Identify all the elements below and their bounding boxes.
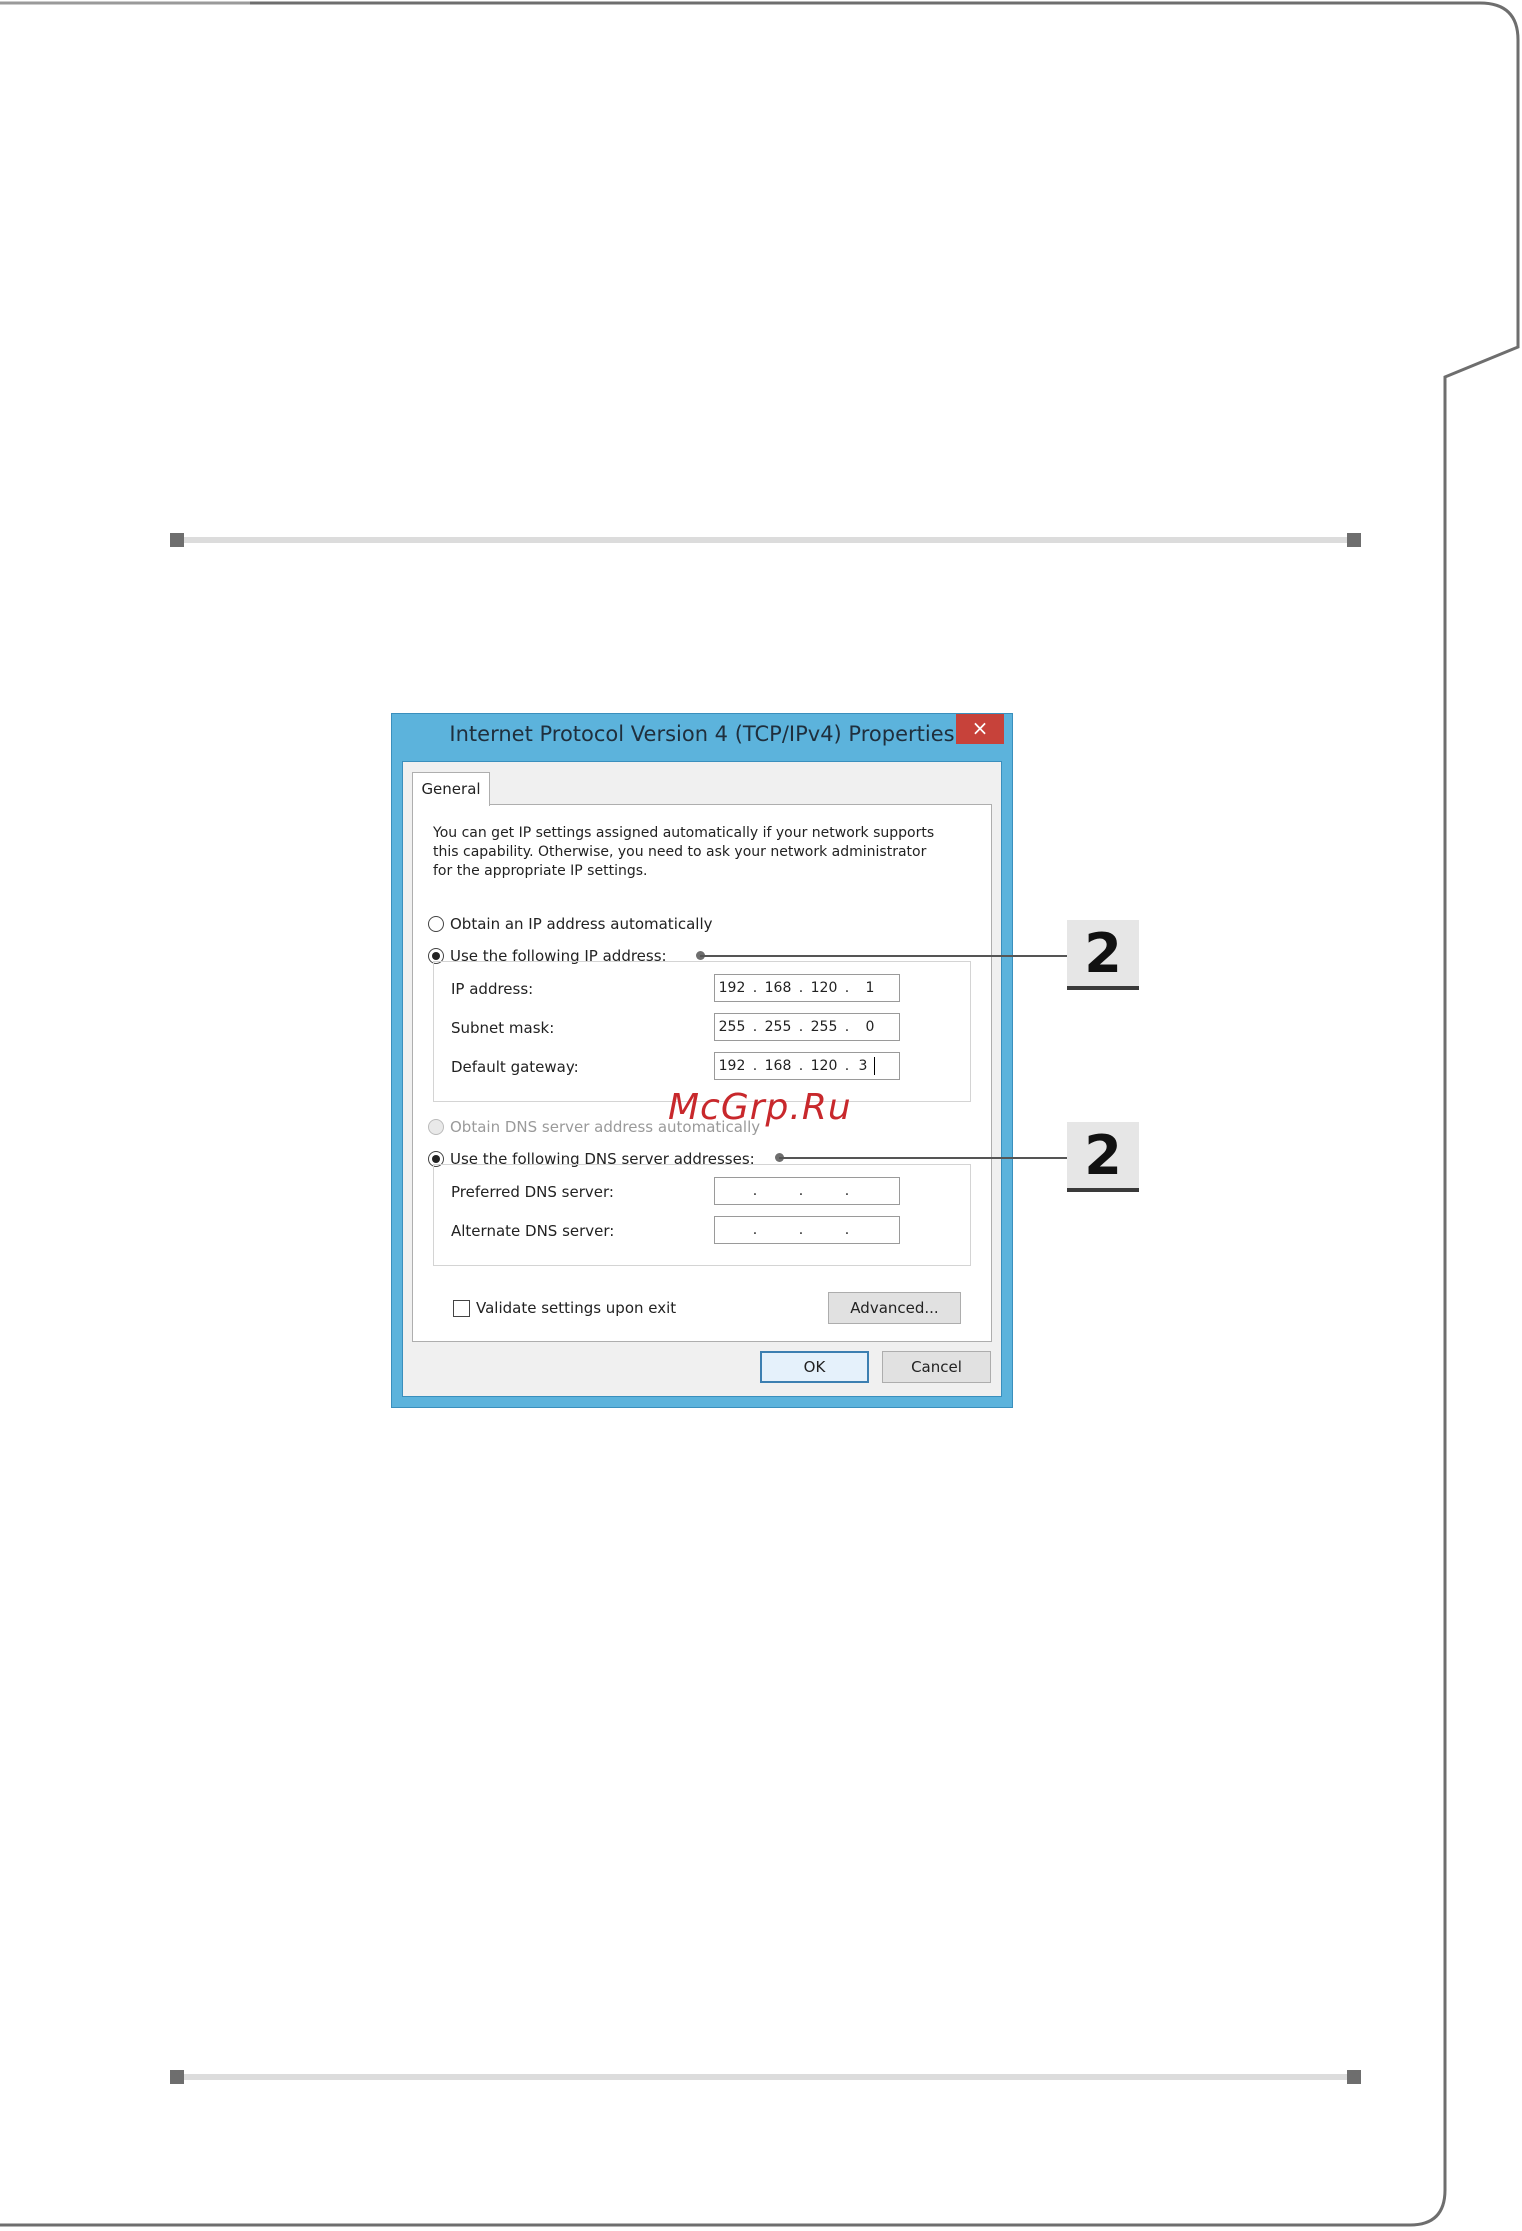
- radio-disabled-icon: [428, 1119, 444, 1135]
- top-rule-left-marker: [170, 533, 184, 547]
- callout-badge-dns: 2: [1067, 1122, 1139, 1192]
- octet: 1: [865, 980, 875, 996]
- octet: 255: [810, 1019, 838, 1035]
- octet: 168: [764, 1058, 792, 1074]
- octet-separator: .: [798, 1183, 804, 1199]
- octet: 0: [865, 1019, 875, 1035]
- octet: 120: [810, 1058, 838, 1074]
- octet-separator: .: [752, 1019, 758, 1035]
- tab-general[interactable]: General: [412, 772, 490, 806]
- title-bar[interactable]: Internet Protocol Version 4 (TCP/IPv4) P…: [392, 714, 1012, 761]
- subnet-mask-field[interactable]: 255. 255. 255. 0: [714, 1013, 900, 1041]
- octet-separator: .: [752, 1183, 758, 1199]
- octet: 192: [718, 980, 746, 996]
- ok-button[interactable]: OK: [760, 1351, 869, 1383]
- octet-separator: .: [798, 1019, 804, 1035]
- octet: 255: [764, 1019, 792, 1035]
- callout-badge-ip: 2: [1067, 920, 1139, 990]
- octet-separator: .: [752, 1222, 758, 1238]
- octet-separator: .: [752, 980, 758, 996]
- dialog-client-area: General You can get IP settings assigned…: [402, 761, 1002, 1397]
- ip-address-field[interactable]: 192. 168. 120. 1: [714, 974, 900, 1002]
- preferred-dns-field[interactable]: ...: [714, 1177, 900, 1205]
- octet-separator: .: [844, 1058, 850, 1074]
- validate-settings-label: Validate settings upon exit: [476, 1299, 677, 1317]
- alternate-dns-label: Alternate DNS server:: [451, 1222, 615, 1240]
- default-gateway-field[interactable]: 192. 168. 120. 3: [714, 1052, 900, 1080]
- bottom-rule-right-marker: [1347, 2070, 1361, 2084]
- advanced-button[interactable]: Advanced...: [828, 1292, 961, 1324]
- octet: 168: [764, 980, 792, 996]
- bottom-rule-left-marker: [170, 2070, 184, 2084]
- cancel-button[interactable]: Cancel: [882, 1351, 991, 1383]
- alternate-dns-field[interactable]: ...: [714, 1216, 900, 1244]
- top-rule: [177, 537, 1354, 543]
- preferred-dns-label: Preferred DNS server:: [451, 1183, 614, 1201]
- callout-leader-line: [700, 955, 1068, 957]
- octet-separator: .: [844, 1183, 850, 1199]
- octet: 192: [718, 1058, 746, 1074]
- octet-separator: .: [752, 1058, 758, 1074]
- watermark: McGrp.Ru: [668, 1087, 852, 1128]
- tcpip-properties-dialog: Internet Protocol Version 4 (TCP/IPv4) P…: [391, 713, 1013, 1408]
- description-line: You can get IP settings assigned automat…: [433, 825, 935, 841]
- subnet-mask-label: Subnet mask:: [451, 1019, 555, 1037]
- description-line: this capability. Otherwise, you need to …: [433, 844, 927, 860]
- dns-settings-group: Preferred DNS server: ... Alternate DNS …: [433, 1164, 971, 1266]
- radio-unchecked-icon: [428, 916, 444, 932]
- description-line: for the appropriate IP settings.: [433, 863, 648, 879]
- top-rule-right-marker: [1347, 533, 1361, 547]
- checkbox-unchecked-icon: [453, 1299, 470, 1317]
- octet-separator: .: [798, 980, 804, 996]
- general-tab-panel: You can get IP settings assigned automat…: [412, 804, 992, 1342]
- octet: 120: [810, 980, 838, 996]
- octet: 3: [858, 1058, 868, 1074]
- close-button[interactable]: ×: [956, 714, 1004, 744]
- bottom-rule: [177, 2074, 1354, 2080]
- octet-separator: .: [844, 1019, 850, 1035]
- ip-auto-radio[interactable]: Obtain an IP address automatically: [428, 915, 713, 933]
- callout-leader-line: [779, 1157, 1068, 1159]
- description-text: You can get IP settings assigned automat…: [433, 824, 973, 881]
- octet-separator: .: [844, 980, 850, 996]
- octet-separator: .: [798, 1058, 804, 1074]
- octet-separator: .: [798, 1222, 804, 1238]
- ip-settings-group: IP address: 192. 168. 120. 1 Subnet mask: 2…: [433, 961, 971, 1102]
- default-gateway-label: Default gateway:: [451, 1058, 579, 1076]
- text-caret: [874, 1057, 875, 1075]
- validate-settings-checkbox[interactable]: Validate settings upon exit: [453, 1299, 676, 1317]
- octet-separator: .: [844, 1222, 850, 1238]
- ip-address-label: IP address:: [451, 980, 534, 998]
- ip-auto-label: Obtain an IP address automatically: [450, 915, 713, 933]
- dialog-title: Internet Protocol Version 4 (TCP/IPv4) P…: [449, 722, 955, 746]
- octet: 255: [718, 1019, 746, 1035]
